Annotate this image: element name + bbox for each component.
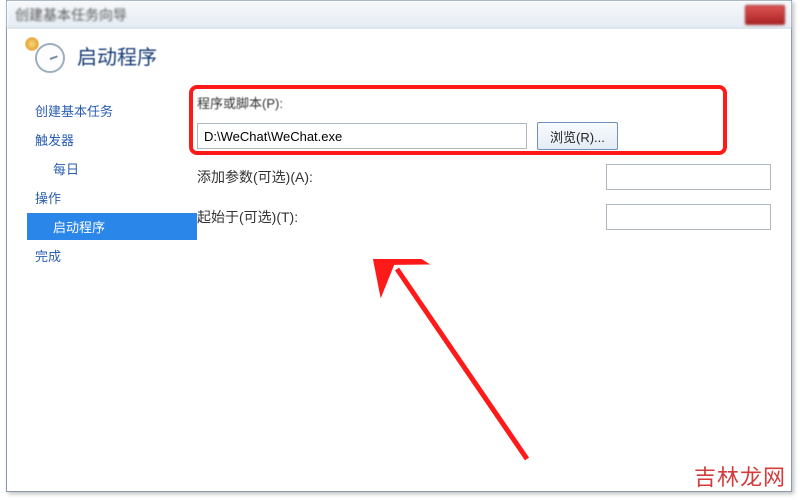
titlebar: 创建基本任务向导: [7, 1, 791, 29]
sidebar-item-daily[interactable]: 每日: [27, 155, 197, 182]
startin-label: 起始于(可选)(T):: [197, 207, 337, 227]
startin-input[interactable]: [606, 204, 771, 230]
wizard-body: 创建基本任务 触发器 每日 操作 启动程序 完成 程序或脚本(P): 浏览(R)…: [7, 91, 791, 271]
annotation-arrow-icon: [337, 259, 557, 479]
sidebar-item-action[interactable]: 操作: [27, 184, 197, 211]
sidebar-item-trigger[interactable]: 触发器: [27, 126, 197, 153]
program-script-label: 程序或脚本(P):: [197, 93, 771, 112]
window-title: 创建基本任务向导: [15, 5, 127, 25]
dialog-content: 启动程序 创建基本任务 触发器 每日 操作 启动程序 完成 程序或脚本(P): …: [7, 29, 791, 491]
close-button[interactable]: [745, 5, 785, 25]
sidebar-item-start-program[interactable]: 启动程序: [27, 213, 197, 240]
wizard-steps-sidebar: 创建基本任务 触发器 每日 操作 启动程序 完成: [27, 91, 197, 271]
sidebar-item-create-basic-task[interactable]: 创建基本任务: [27, 97, 197, 124]
watermark-text: 吉林龙网: [694, 460, 786, 492]
program-path-input[interactable]: [197, 123, 527, 149]
sidebar-item-finish[interactable]: 完成: [27, 242, 197, 269]
startin-row: 起始于(可选)(T):: [197, 204, 771, 230]
task-scheduler-icon: [25, 37, 65, 73]
arguments-row: 添加参数(可选)(A):: [197, 164, 771, 190]
arguments-input[interactable]: [606, 164, 771, 190]
page-title: 启动程序: [77, 41, 157, 70]
wizard-dialog: 创建基本任务向导 启动程序 创建基本任务 触发器 每日 操作 启动程序 完成: [6, 0, 792, 492]
arguments-label: 添加参数(可选)(A):: [197, 167, 337, 187]
wizard-header: 启动程序: [7, 29, 791, 91]
program-path-row: 浏览(R)...: [197, 122, 771, 150]
wizard-main-panel: 程序或脚本(P): 浏览(R)... 添加参数(可选)(A): 起始于(可选)(…: [197, 91, 771, 271]
program-script-section: 程序或脚本(P): 浏览(R)...: [197, 93, 771, 150]
browse-button[interactable]: 浏览(R)...: [537, 122, 618, 150]
